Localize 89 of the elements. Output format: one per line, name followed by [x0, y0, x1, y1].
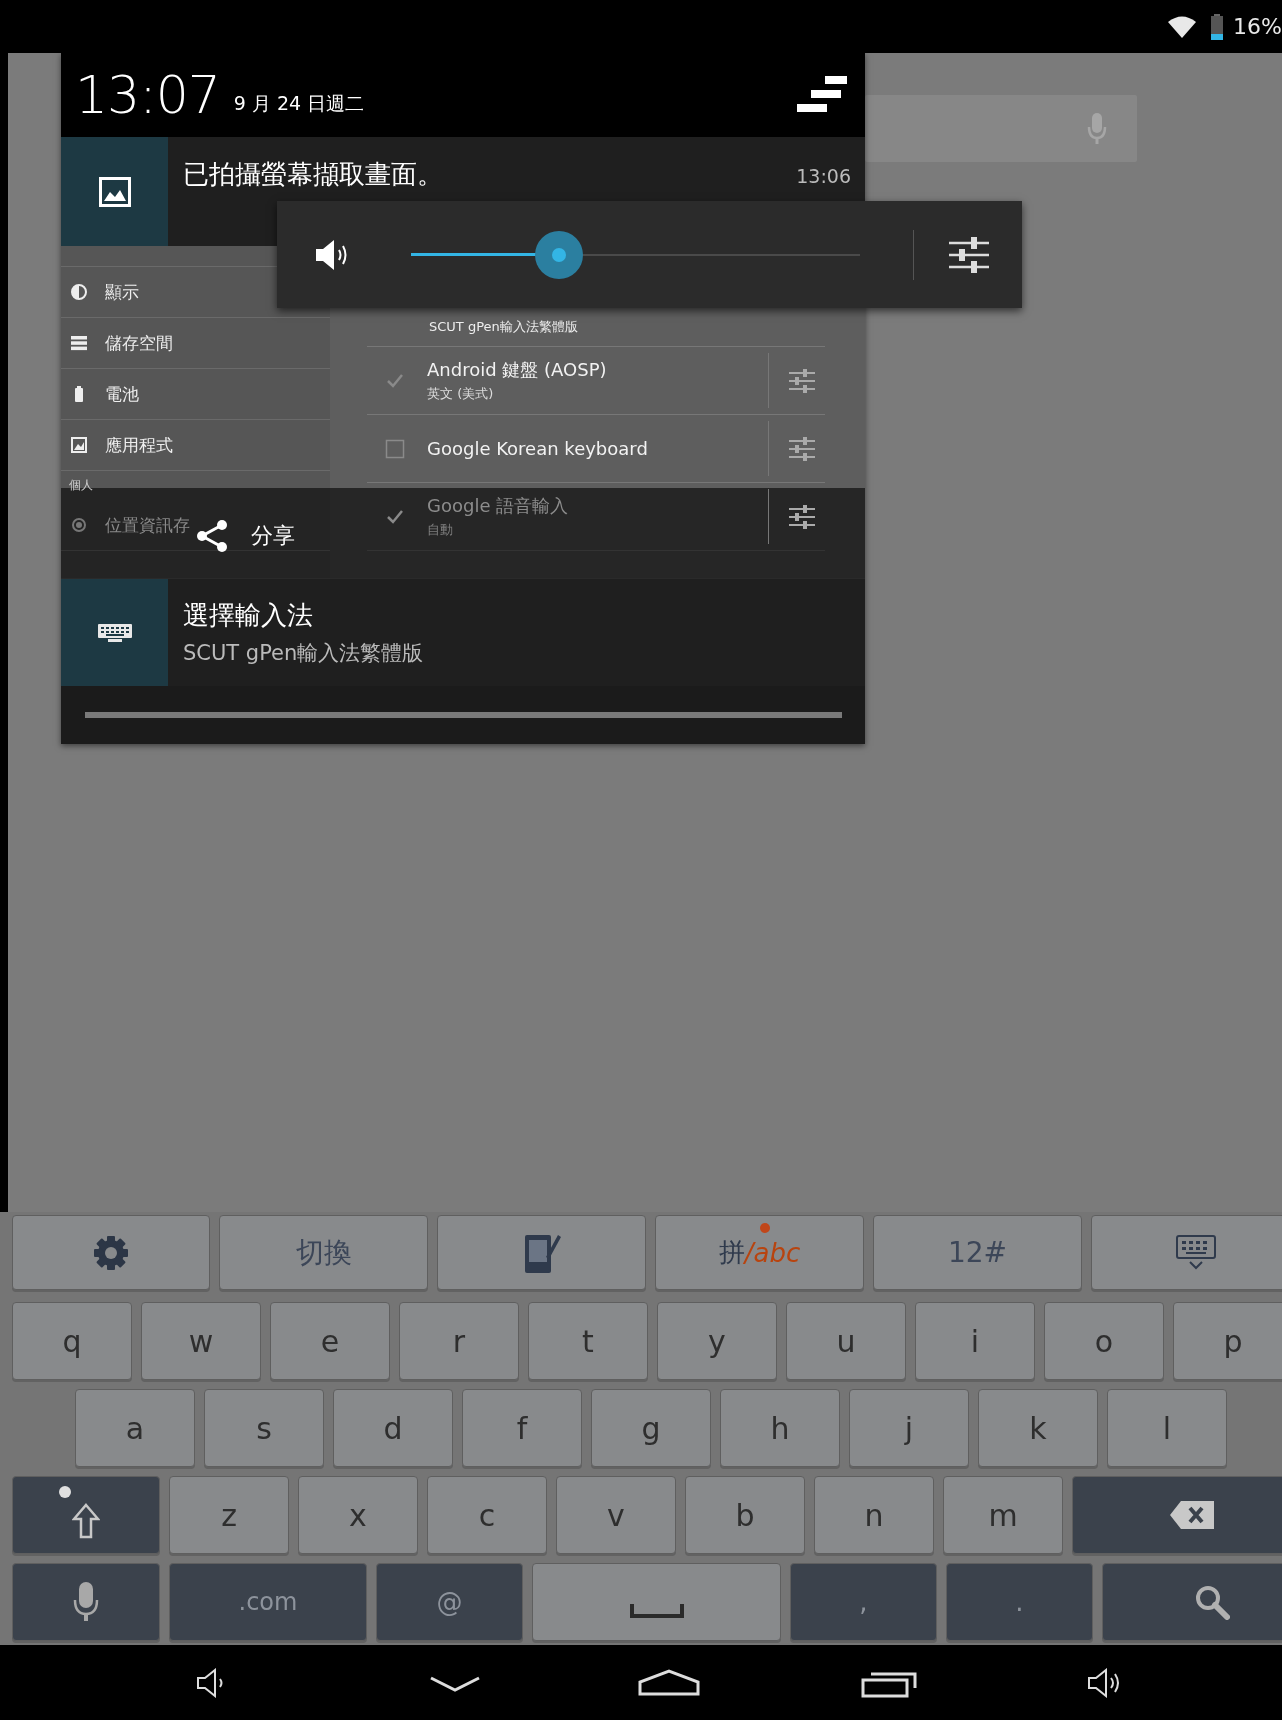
search-icon	[1194, 1584, 1230, 1620]
settings-menu-label: 位置資訊存	[105, 513, 190, 537]
letter-key[interactable]: q	[12, 1302, 132, 1380]
settings-icon	[93, 1234, 129, 1271]
brightness-icon	[71, 284, 87, 300]
indicator-dot	[759, 1223, 770, 1233]
volume-up-icon[interactable]	[1086, 1667, 1122, 1698]
symbol-key[interactable]: @	[376, 1563, 523, 1641]
letter-key[interactable]: p	[1173, 1302, 1282, 1380]
letter-key[interactable]: w	[141, 1302, 261, 1380]
letter-key[interactable]: i	[915, 1302, 1035, 1380]
indicator-dot	[59, 1486, 71, 1498]
letter-key[interactable]: g	[591, 1389, 711, 1467]
settings-key[interactable]	[12, 1215, 210, 1290]
letter-key[interactable]: h	[720, 1389, 840, 1467]
letter-key[interactable]: o	[1044, 1302, 1164, 1380]
settings-menu-label: 應用程式	[105, 433, 173, 457]
domain-key[interactable]: .com	[169, 1563, 367, 1641]
settings-sliders-icon	[789, 503, 815, 530]
settings-sliders-icon[interactable]	[949, 236, 989, 273]
share-icon	[195, 519, 229, 553]
date-text: 9 月 24 日週二	[233, 91, 365, 116]
letter-key[interactable]: f	[462, 1389, 582, 1467]
notification-text: SCUT gPen輸入法繁體版	[183, 640, 424, 667]
input-method-name: Google Korean keyboard	[427, 438, 649, 459]
letter-key[interactable]: t	[528, 1302, 648, 1380]
notification-title: 選擇輸入法	[183, 599, 314, 632]
search-field[interactable]	[865, 95, 1137, 162]
input-mode-key[interactable]: 拼/abc	[655, 1215, 864, 1290]
backspace-key[interactable]	[1072, 1476, 1282, 1554]
shift-key[interactable]	[12, 1476, 160, 1554]
keyboard-icon	[97, 623, 132, 642]
letter-key[interactable]: c	[427, 1476, 547, 1554]
letter-key[interactable]: r	[399, 1302, 519, 1380]
input-method-subtitle: 自動	[427, 521, 454, 539]
notification[interactable]: 選擇輸入法 SCUT gPen輸入法繁體版	[61, 578, 865, 686]
settings-menu-label: 儲存空間	[105, 331, 173, 355]
letter-key[interactable]: u	[786, 1302, 906, 1380]
letter-key[interactable]: m	[943, 1476, 1063, 1554]
clock-time: 13:07	[75, 65, 220, 125]
letter-key[interactable]: b	[685, 1476, 805, 1554]
symbol-key[interactable]: .	[946, 1563, 1093, 1641]
backspace-icon	[1169, 1500, 1215, 1530]
share-button[interactable]: 分享	[195, 519, 295, 553]
letter-key[interactable]: v	[556, 1476, 676, 1554]
notification-time: 13:06	[796, 165, 851, 189]
input-method-name: Android 鍵盤 (AOSP)	[427, 358, 608, 382]
settings-sliders-icon	[789, 367, 815, 394]
battery-percentage: 16%	[1233, 14, 1282, 39]
settings-sliders-icon	[789, 435, 815, 462]
settings-menu-label: 顯示	[105, 280, 139, 304]
keyboard-hide-icon	[1175, 1234, 1216, 1271]
symbol-key[interactable]: ,	[790, 1563, 937, 1641]
input-method-subtitle: 英文 (美式)	[427, 385, 495, 403]
letter-key[interactable]: s	[204, 1389, 324, 1467]
letter-key[interactable]: z	[169, 1476, 289, 1554]
function-key[interactable]: 12#	[873, 1215, 1082, 1290]
settings-section-header: 個人	[68, 477, 94, 494]
volume-slider[interactable]	[411, 230, 860, 279]
notification-title: 已拍攝螢幕擷取畫面。	[183, 158, 443, 191]
home-icon[interactable]	[638, 1667, 700, 1698]
wifi-icon	[1167, 14, 1198, 39]
handwriting-key[interactable]	[437, 1215, 646, 1290]
letter-key[interactable]: y	[657, 1302, 777, 1380]
search-key[interactable]	[1102, 1563, 1282, 1641]
battery-icon	[1211, 13, 1224, 40]
drag-handle[interactable]	[84, 712, 842, 718]
space-bar-icon	[629, 1604, 684, 1618]
letter-key[interactable]: d	[333, 1389, 453, 1467]
letter-key[interactable]: j	[849, 1389, 969, 1467]
letter-key[interactable]: k	[978, 1389, 1098, 1467]
input-method-caption: SCUT gPen輸入法繁體版	[429, 318, 578, 336]
letter-key[interactable]: a	[75, 1389, 195, 1467]
hide-keyboard-key[interactable]	[1091, 1215, 1282, 1290]
apps-icon	[71, 437, 87, 453]
letter-key[interactable]: e	[270, 1302, 390, 1380]
settings-menu-label: 電池	[105, 382, 139, 406]
letter-key[interactable]: n	[814, 1476, 934, 1554]
storage-icon	[71, 335, 87, 351]
microphone-icon	[73, 1582, 99, 1622]
function-key[interactable]: 切換	[219, 1215, 428, 1290]
letter-key[interactable]: x	[298, 1476, 418, 1554]
input-method-name: Google 語音輸入	[427, 494, 570, 518]
quick-settings-icon[interactable]	[797, 76, 847, 114]
location-icon	[71, 517, 87, 533]
voice-input-key[interactable]	[12, 1563, 160, 1641]
image-icon	[98, 176, 131, 207]
letter-key[interactable]: l	[1107, 1389, 1227, 1467]
shift-arrow-icon	[72, 1503, 100, 1539]
